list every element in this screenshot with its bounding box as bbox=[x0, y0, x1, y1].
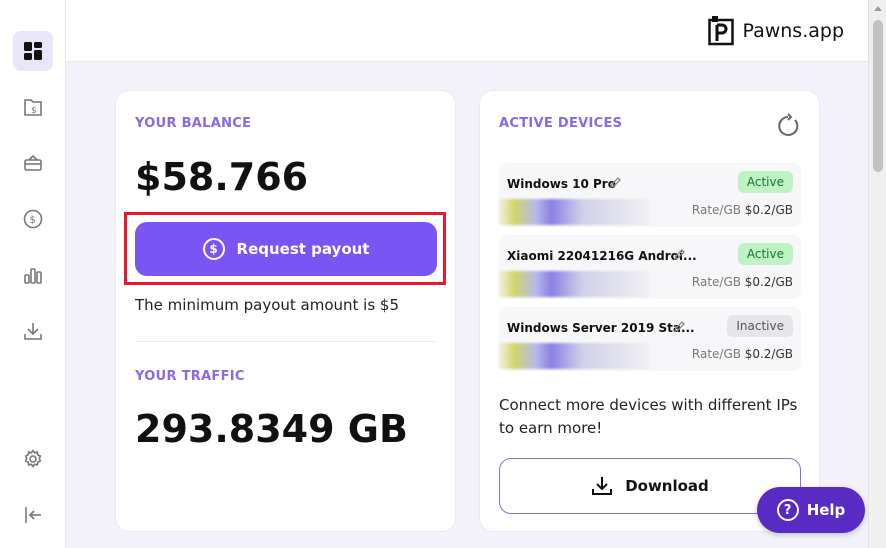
question-icon: ? bbox=[776, 499, 799, 521]
help-button[interactable]: ? Help bbox=[757, 487, 865, 533]
blurred-ip bbox=[499, 199, 649, 225]
edit-pencil-icon[interactable] bbox=[609, 177, 621, 189]
nav-earnings[interactable]: $ bbox=[13, 87, 53, 127]
rate-value: $0.2/GB bbox=[744, 347, 793, 361]
status-badge: Active bbox=[737, 171, 793, 193]
scroll-thumb[interactable] bbox=[873, 20, 883, 172]
download-icon bbox=[592, 477, 613, 495]
download-button[interactable]: Download bbox=[499, 458, 801, 514]
traffic-amount: 293.8349 GB bbox=[135, 407, 408, 451]
dashboard-icon bbox=[24, 42, 42, 60]
edit-pencil-icon[interactable] bbox=[673, 321, 685, 333]
nav-payouts[interactable] bbox=[13, 143, 53, 183]
edit-pencil-icon[interactable] bbox=[673, 249, 685, 261]
device-item[interactable]: Xiaomi 22041216G Androi... Active Rate/G… bbox=[499, 235, 801, 299]
rate-label: Rate/GB bbox=[691, 347, 741, 361]
logo-text: Pawns.app bbox=[742, 20, 844, 42]
help-label: Help bbox=[806, 501, 846, 519]
device-item[interactable]: Windows 10 Pro Active Rate/GB $0.2/GB bbox=[499, 163, 801, 227]
nav-logout[interactable] bbox=[13, 495, 53, 535]
rate-value: $0.2/GB bbox=[744, 203, 793, 217]
status-badge: Inactive bbox=[727, 315, 793, 337]
nav-dashboard[interactable] bbox=[13, 31, 53, 71]
request-payout-button[interactable]: $ Request payout bbox=[135, 222, 437, 276]
nav-statistics[interactable] bbox=[13, 255, 53, 295]
refresh-icon[interactable] bbox=[775, 113, 801, 139]
download-icon bbox=[24, 323, 42, 340]
blurred-ip bbox=[499, 343, 649, 369]
stats-bars-icon bbox=[24, 268, 42, 284]
rate-value: $0.2/GB bbox=[744, 275, 793, 289]
request-payout-label: Request payout bbox=[236, 240, 370, 258]
nav-download[interactable] bbox=[13, 311, 53, 351]
dollar-coin-icon: $ bbox=[202, 238, 225, 260]
svg-text:$: $ bbox=[31, 106, 37, 116]
blurred-ip bbox=[499, 271, 649, 297]
device-item[interactable]: Windows Server 2019 Sta... Inactive Rate… bbox=[499, 307, 801, 371]
status-badge: Active bbox=[737, 243, 793, 265]
rate-label: Rate/GB bbox=[691, 275, 741, 289]
dollar-circle-icon: $ bbox=[23, 209, 43, 229]
connect-more-text: Connect more devices with different IPs … bbox=[499, 396, 798, 437]
wallet-document-icon: $ bbox=[24, 99, 42, 116]
divider bbox=[135, 341, 437, 342]
scroll-up-arrow-icon[interactable] bbox=[874, 6, 882, 11]
traffic-label: YOUR TRAFFIC bbox=[135, 369, 245, 384]
settings-icon bbox=[24, 449, 42, 468]
device-name: Windows 10 Pro bbox=[507, 177, 616, 191]
rate-label: Rate/GB bbox=[691, 203, 741, 217]
balance-amount: $58.766 bbox=[135, 155, 309, 199]
svg-text:$: $ bbox=[30, 215, 36, 226]
balance-label: YOUR BALANCE bbox=[135, 116, 252, 131]
logout-icon bbox=[25, 507, 41, 523]
sidebar: $ $ bbox=[0, 0, 66, 548]
device-name: Xiaomi 22041216G Androi... bbox=[507, 249, 697, 263]
scrollbar[interactable] bbox=[868, 0, 886, 548]
download-label: Download bbox=[625, 477, 709, 495]
app-logo[interactable]: Pawns.app bbox=[708, 16, 844, 46]
nav-balance[interactable]: $ bbox=[13, 199, 53, 239]
balance-card: YOUR BALANCE $58.766 $ Request payout Th… bbox=[115, 90, 456, 532]
payout-card-icon bbox=[24, 154, 42, 171]
minimum-payout-note: The minimum payout amount is $5 bbox=[135, 296, 400, 314]
device-name: Windows Server 2019 Sta... bbox=[507, 321, 695, 335]
devices-label: ACTIVE DEVICES bbox=[499, 116, 623, 131]
nav-settings[interactable] bbox=[13, 439, 53, 479]
top-bar: Pawns.app bbox=[66, 0, 868, 62]
pawns-logo-icon bbox=[708, 16, 735, 46]
devices-card: ACTIVE DEVICES Windows 10 Pro Active Rat… bbox=[479, 90, 820, 532]
